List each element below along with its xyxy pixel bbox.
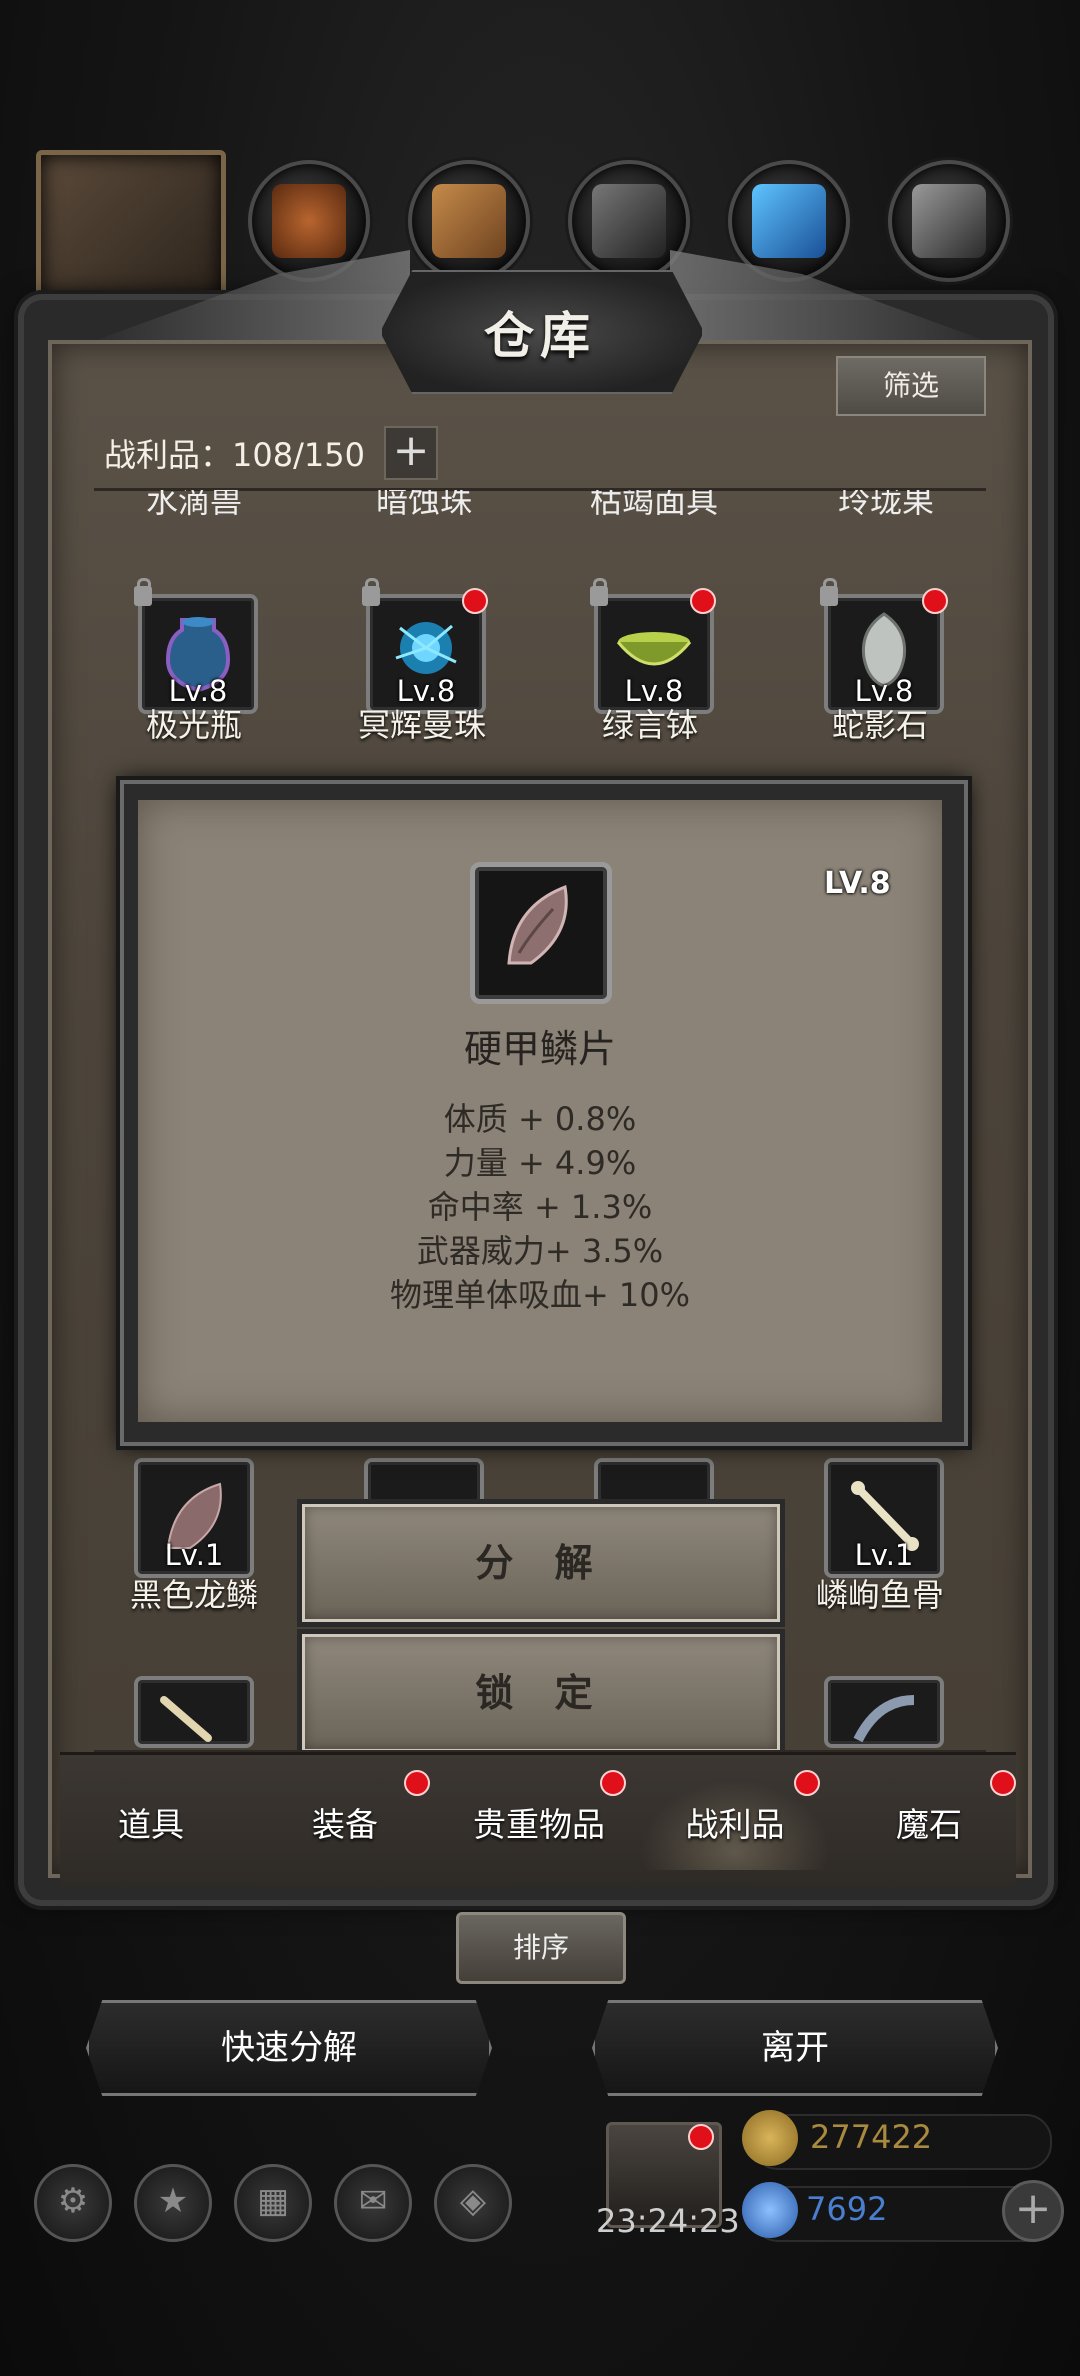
- item-slot-snake-stone[interactable]: Lv.8: [820, 578, 944, 714]
- mail-icon[interactable]: ✉: [334, 2164, 412, 2242]
- page-title: 仓库: [484, 307, 596, 365]
- tab-badge: [794, 1770, 820, 1796]
- filter-button[interactable]: 筛选: [836, 356, 986, 416]
- leave-button[interactable]: 离开: [592, 2000, 998, 2096]
- item-name: 极光瓶: [145, 706, 242, 744]
- quick-decompose-button[interactable]: 快速分解: [86, 2000, 492, 2096]
- item-stat: 命中率 + 1.3%: [427, 1188, 653, 1226]
- bone-icon: [160, 1696, 212, 1742]
- lock-button[interactable]: 锁 定: [302, 1634, 780, 1752]
- item-slot-fish-bone[interactable]: Lv.1: [824, 1458, 944, 1578]
- item-name: 黑色龙鳞: [129, 1576, 258, 1614]
- lock-icon: [590, 578, 608, 606]
- codex-icon[interactable]: ▦: [234, 2164, 312, 2242]
- metal-resource-icon: [888, 160, 1010, 282]
- item-name: 绿言钵: [601, 706, 698, 744]
- decompose-button[interactable]: 分 解: [302, 1504, 780, 1622]
- item-detail-icon: [470, 862, 612, 1004]
- item-name: 嶙峋鱼骨: [815, 1576, 944, 1614]
- shop-icon[interactable]: ◈: [434, 2164, 512, 2242]
- wood-resource-icon: [408, 160, 530, 282]
- item-slot-black-dragon-scale[interactable]: Lv.1: [134, 1458, 254, 1578]
- new-badge: [922, 588, 948, 614]
- settings-icon[interactable]: ⚙: [34, 2164, 112, 2242]
- list-item-label: 水滴兽: [145, 490, 242, 520]
- sort-button[interactable]: 排序: [456, 1912, 626, 1984]
- tab-items[interactable]: 道具: [56, 1780, 246, 1870]
- gift-timer: 23:24:23: [596, 2202, 740, 2240]
- crystal-resource-icon: [728, 160, 850, 282]
- claw-icon: [853, 1695, 915, 1743]
- item-detail-name: 硬甲鳞片: [463, 1027, 616, 1071]
- gem-amount: 7692: [806, 2190, 888, 2228]
- item-slot[interactable]: [134, 1676, 254, 1748]
- item-stat: 武器威力+ 3.5%: [416, 1232, 664, 1270]
- list-item-label: 枯竭面具: [589, 490, 718, 520]
- new-badge: [690, 588, 716, 614]
- list-item-label: 玲珑果: [837, 490, 934, 520]
- inventory-count-label: 战利品：108/150: [104, 436, 365, 474]
- lock-icon: [820, 578, 838, 606]
- gem-icon: [742, 2182, 798, 2238]
- tab-badge: [600, 1770, 626, 1796]
- item-slot[interactable]: [364, 1458, 484, 1506]
- add-currency-button[interactable]: +: [1002, 2180, 1064, 2242]
- portrait-frame[interactable]: [36, 150, 226, 305]
- item-name: 冥辉曼珠: [357, 706, 486, 744]
- lock-icon: [134, 578, 152, 606]
- lock-icon: [362, 578, 380, 606]
- expand-capacity-button[interactable]: +: [384, 426, 438, 480]
- item-level: Lv.1: [164, 1538, 224, 1572]
- tab-badge: [990, 1770, 1016, 1796]
- item-level: Lv.1: [854, 1538, 914, 1572]
- item-stat: 力量 + 4.9%: [443, 1144, 637, 1182]
- gold-amount: 277422: [810, 2118, 933, 2156]
- item-slot[interactable]: [824, 1676, 944, 1748]
- tab-badge: [404, 1770, 430, 1796]
- gift-badge: [688, 2124, 714, 2150]
- item-stat: 物理单体吸血+ 10%: [389, 1276, 691, 1314]
- item-stat: 体质 + 0.8%: [443, 1100, 637, 1138]
- item-detail-level: LV.8: [824, 866, 891, 901]
- item-name: 蛇影石: [831, 706, 928, 744]
- new-badge: [462, 588, 488, 614]
- item-slot-aurora-bottle[interactable]: Lv.8: [134, 578, 258, 714]
- list-item-label: 暗蚀珠: [375, 490, 472, 520]
- gold-coin-icon: [742, 2110, 798, 2166]
- scale-icon: [507, 884, 568, 965]
- item-slot[interactable]: [594, 1458, 714, 1506]
- achievement-icon[interactable]: ★: [134, 2164, 212, 2242]
